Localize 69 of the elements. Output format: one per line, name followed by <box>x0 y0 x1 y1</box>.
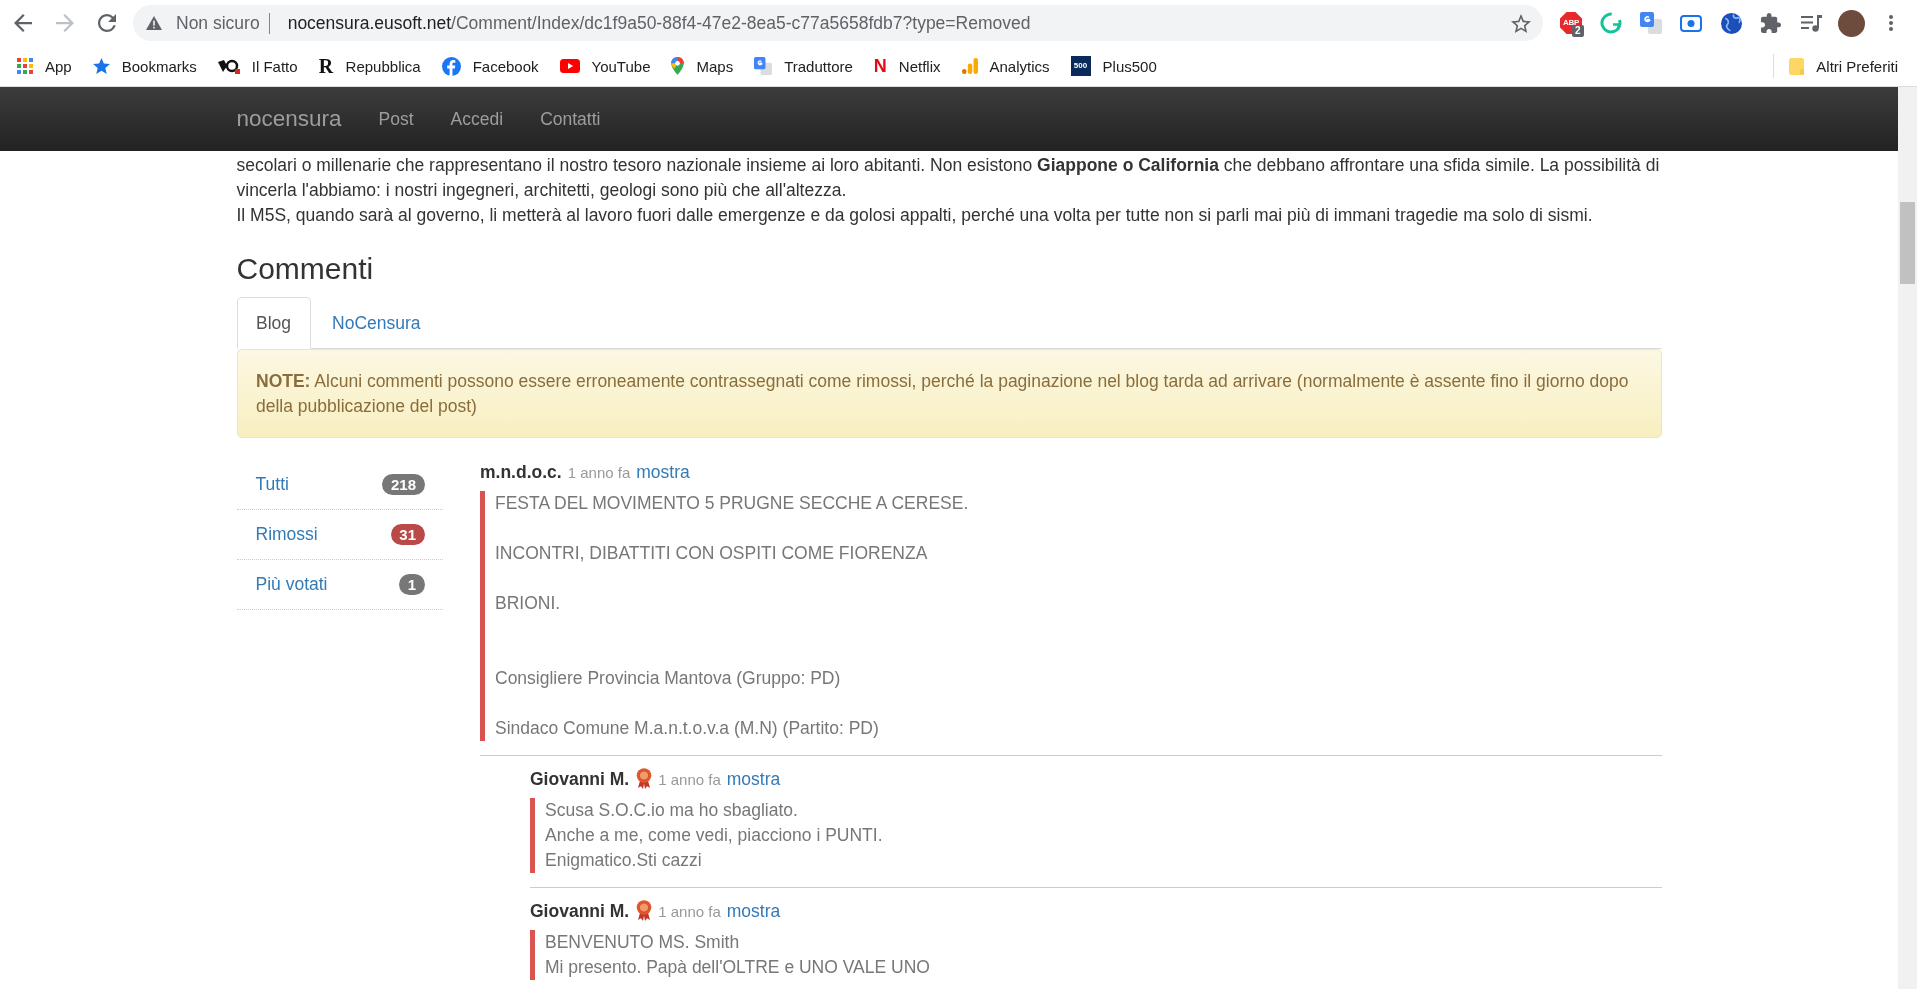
section-heading: Commenti <box>236 252 375 285</box>
url-text: nocensura.eusoft.net/Comment/Index/dc1f9a50-88f4-47e2-8ea5-c77a5658fdb7?type=Removed <box>287 12 1032 34</box>
show-link[interactable]: mostra <box>726 901 781 921</box>
author-name: m.n.d.o.c. <box>480 462 562 482</box>
globe-icon[interactable] <box>1720 12 1742 34</box>
notice: NOTE: Alcuni commenti possono essere erroneamente contrassegnati come rimossi, perché la paginazione nel blog tarda ad arrivare (normalmente è assente fino il giorno dopo della pubblicazione del post) <box>236 349 1662 438</box>
timestamp: 1 anno fa <box>567 464 631 481</box>
show-link[interactable]: mostra <box>636 462 690 482</box>
bookmark-folder[interactable]: Altri Preferiti <box>1789 57 1898 75</box>
article-text: secolari o millenarie che rappresentano il nostro tesoro nazionale insieme ai loro abitanti. Non esistono Giappone o California che debbano affrontare una sfida simile. La possibilità di vincerla l'abbiamo: i nostri ingegneri, architetti, geologi sono più che all'altezza. <box>236 154 1661 202</box>
bookmark-link[interactable]: 500 Plus500 <box>1070 56 1157 76</box>
folder-icon <box>1789 57 1805 75</box>
comment-text: FESTA DEL MOVIMENTO 5 PRUGNE SECCHE A CERESE. INCONTRI, DIBATTITI CON OSPITI COME FIORENZA BRIONI. Consigliere Provincia Mantova (Gruppo: PD) Sindaco Comune M.a.n.t.o.v.a (M.N) (Partito: PD) <box>480 491 1662 741</box>
scrollbar-thumb[interactable] <box>1900 202 1915 284</box>
tab[interactable]: Blog <box>236 297 311 349</box>
author-name: Giovanni M. <box>530 901 630 921</box>
scrollbar-track[interactable] <box>1898 87 1917 989</box>
bookmark-link[interactable]: Traduttore <box>754 57 853 75</box>
bookmark-link[interactable]: App <box>17 57 72 75</box>
site-logo: N <box>873 57 887 75</box>
playlist-icon[interactable] <box>1800 14 1822 32</box>
avatar-icon[interactable] <box>1837 9 1865 37</box>
bookmark-link[interactable]: Maps <box>671 57 734 75</box>
bookmark-link[interactable]: YouTube <box>559 57 651 75</box>
bookmark-link[interactable]: Analytics <box>961 57 1050 75</box>
bar-chart-icon <box>961 58 978 74</box>
logo-icon <box>217 58 240 74</box>
bookmark-link[interactable]: Facebook <box>441 56 539 76</box>
bookmark-link[interactable]: R Repubblica <box>318 57 421 75</box>
circle-logo-icon <box>441 56 461 76</box>
nav-link[interactable]: Post <box>378 108 414 130</box>
article-text: Il M5S, quando sarà al governo, li metterà al lavoro fuori dalle emergenze e da golosi appalti, perché una volta per tutte non si parli mai più di immani tragedie ma solo di sismi. <box>236 204 1594 227</box>
grid-icon <box>17 58 33 74</box>
timestamp: 1 anno fa <box>658 903 721 920</box>
comment-text: BENVENUTO MS. Smith Mi presento. Papà dell'OLTRE e UNO VALE UNO <box>530 930 1662 980</box>
filter-link[interactable]: Rimossi 31 <box>236 510 443 560</box>
site-logo: R <box>318 57 334 75</box>
count-badge: 31 <box>390 524 425 545</box>
nav-link[interactable]: Contatti <box>540 108 601 130</box>
count-badge: 1 <box>399 574 425 595</box>
translate-icon <box>754 57 773 75</box>
tab[interactable]: NoCensura <box>312 297 441 349</box>
security-label[interactable]: Non sicuro <box>176 12 260 34</box>
bookmark-link[interactable]: Bookmarks <box>92 57 197 75</box>
star-outline-icon[interactable] <box>1511 13 1531 33</box>
author-name: Giovanni M. <box>530 769 630 789</box>
bookmark-link[interactable]: Il Fatto <box>217 57 298 75</box>
site-logo: 500 <box>1070 56 1091 76</box>
show-link[interactable]: mostra <box>726 769 781 789</box>
record-icon[interactable] <box>1680 14 1702 32</box>
map-pin-icon <box>671 57 685 75</box>
count-badge: 218 <box>382 474 425 495</box>
bookmark-link[interactable]: N Netflix <box>873 57 941 75</box>
address-bar[interactable]: Non sicuro nocensura.eusoft.net/Comment/Index/dc1f9a50-88f4-47e2-8ea5-c77a5658fdb7?type=Removed <box>133 5 1543 41</box>
play-button-icon <box>559 59 580 73</box>
timestamp: 1 anno fa <box>658 771 721 788</box>
brand-link[interactable]: nocensura <box>236 106 342 132</box>
filter-link[interactable]: Tutti 218 <box>236 460 443 510</box>
warning-icon <box>146 16 162 30</box>
star-icon <box>92 58 110 74</box>
filter-link[interactable]: Più votati 1 <box>236 560 443 610</box>
count-badge: 2 <box>1572 25 1584 37</box>
translate-icon[interactable] <box>1640 12 1662 34</box>
puzzle-icon[interactable] <box>1761 13 1781 33</box>
comment-text: Scusa S.O.C.io ma ho sbagliato. Anche a me, come vedi, piacciono i PUNTI. Enigmatico.Sti cazzi <box>530 798 1662 873</box>
menu-icon[interactable] <box>1889 15 1893 31</box>
nav-link[interactable]: Accedi <box>450 108 504 130</box>
reload-icon[interactable] <box>98 14 116 32</box>
back-icon[interactable] <box>14 14 32 32</box>
